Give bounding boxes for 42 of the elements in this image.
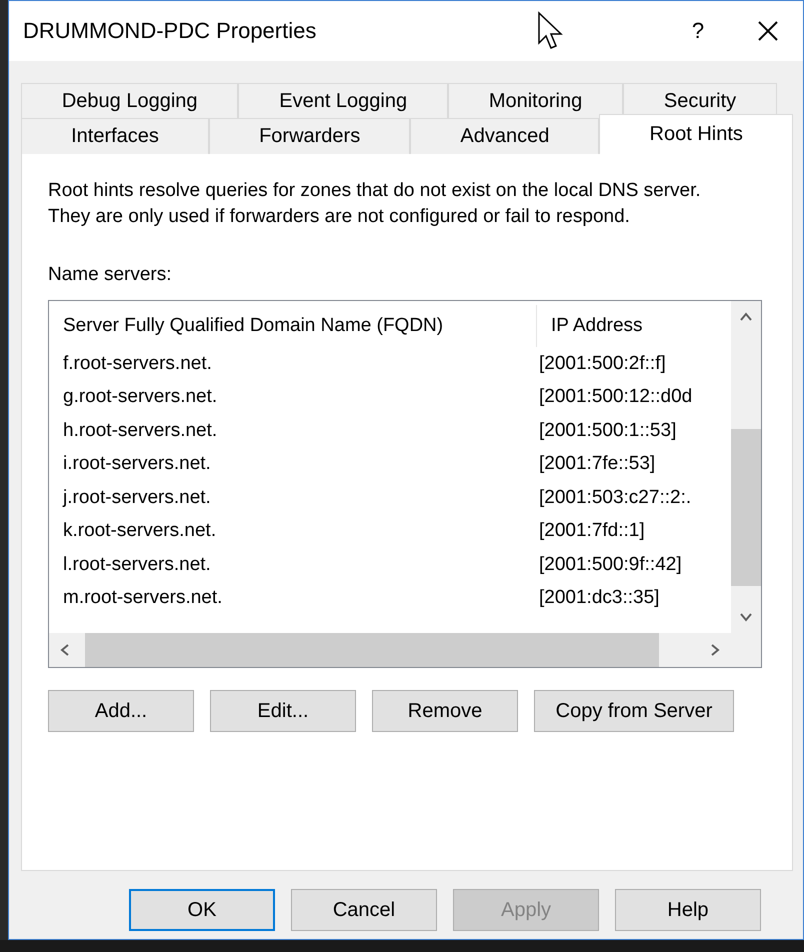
scroll-thumb[interactable] bbox=[85, 633, 659, 667]
column-header[interactable]: IP Address bbox=[537, 305, 731, 347]
tab[interactable]: Root Hints bbox=[599, 114, 793, 154]
ip-cell[interactable]: [2001:dc3::35] bbox=[537, 587, 731, 610]
fqdn-cell[interactable]: g.root-servers.net. bbox=[49, 386, 537, 408]
fqdn-cell[interactable]: l.root-servers.net. bbox=[49, 554, 537, 576]
ip-cell[interactable]: [2001:7fe::53] bbox=[537, 453, 731, 476]
fqdn-cell[interactable]: m.root-servers.net. bbox=[49, 587, 537, 610]
description-text: Root hints resolve queries for zones that do not exist on the local DNS server. They are only used if forwarders are not configured or fail to respond. bbox=[48, 179, 702, 229]
help-button[interactable]: ? bbox=[663, 1, 733, 61]
close-icon bbox=[758, 21, 778, 41]
dialog-button[interactable]: OK bbox=[129, 889, 275, 931]
fqdn-cell[interactable]: j.root-servers.net. bbox=[49, 486, 537, 509]
tab[interactable]: Event Logging bbox=[238, 83, 448, 119]
tab[interactable]: Forwarders bbox=[209, 118, 410, 154]
tab[interactable]: Debug Logging bbox=[21, 83, 238, 119]
window-title: DRUMMOND-PDC Properties bbox=[23, 18, 316, 44]
dialog-button[interactable]: Help bbox=[615, 889, 761, 931]
list-action-button[interactable]: Copy from Server bbox=[534, 690, 734, 732]
ip-cell[interactable]: [2001:500:2f::f] bbox=[537, 352, 731, 375]
mouse-pointer-icon bbox=[537, 11, 565, 51]
dialog-button[interactable]: Cancel bbox=[291, 889, 437, 931]
tab[interactable]: Advanced bbox=[410, 118, 600, 154]
list-action-button[interactable]: Remove bbox=[372, 690, 518, 732]
scroll-thumb[interactable] bbox=[731, 429, 761, 586]
list-action-button[interactable]: Edit... bbox=[210, 690, 356, 732]
ip-cell[interactable]: [2001:7fd::1] bbox=[537, 520, 731, 542]
ip-cell[interactable]: [2001:503:c27::2:. bbox=[537, 486, 731, 509]
tab[interactable]: Interfaces bbox=[21, 118, 209, 154]
list-action-button[interactable]: Add... bbox=[48, 690, 194, 732]
ip-cell[interactable]: [2001:500:9f::42] bbox=[537, 554, 731, 576]
fqdn-cell[interactable]: i.root-servers.net. bbox=[49, 453, 537, 476]
ip-cell[interactable]: [2001:500:1::53] bbox=[537, 420, 731, 442]
column-header[interactable]: Server Fully Qualified Domain Name (FQDN) bbox=[49, 305, 537, 347]
fqdn-cell[interactable]: f.root-servers.net. bbox=[49, 352, 537, 375]
list-label: Name servers: bbox=[48, 264, 173, 286]
ip-cell[interactable]: [2001:500:12::d0d bbox=[537, 386, 731, 408]
tab[interactable]: Monitoring bbox=[448, 83, 624, 119]
fqdn-cell[interactable]: k.root-servers.net. bbox=[49, 520, 537, 542]
fqdn-cell[interactable]: h.root-servers.net. bbox=[49, 420, 537, 442]
horizontal-scrollbar[interactable] bbox=[49, 633, 731, 667]
vertical-scrollbar[interactable] bbox=[731, 301, 761, 633]
